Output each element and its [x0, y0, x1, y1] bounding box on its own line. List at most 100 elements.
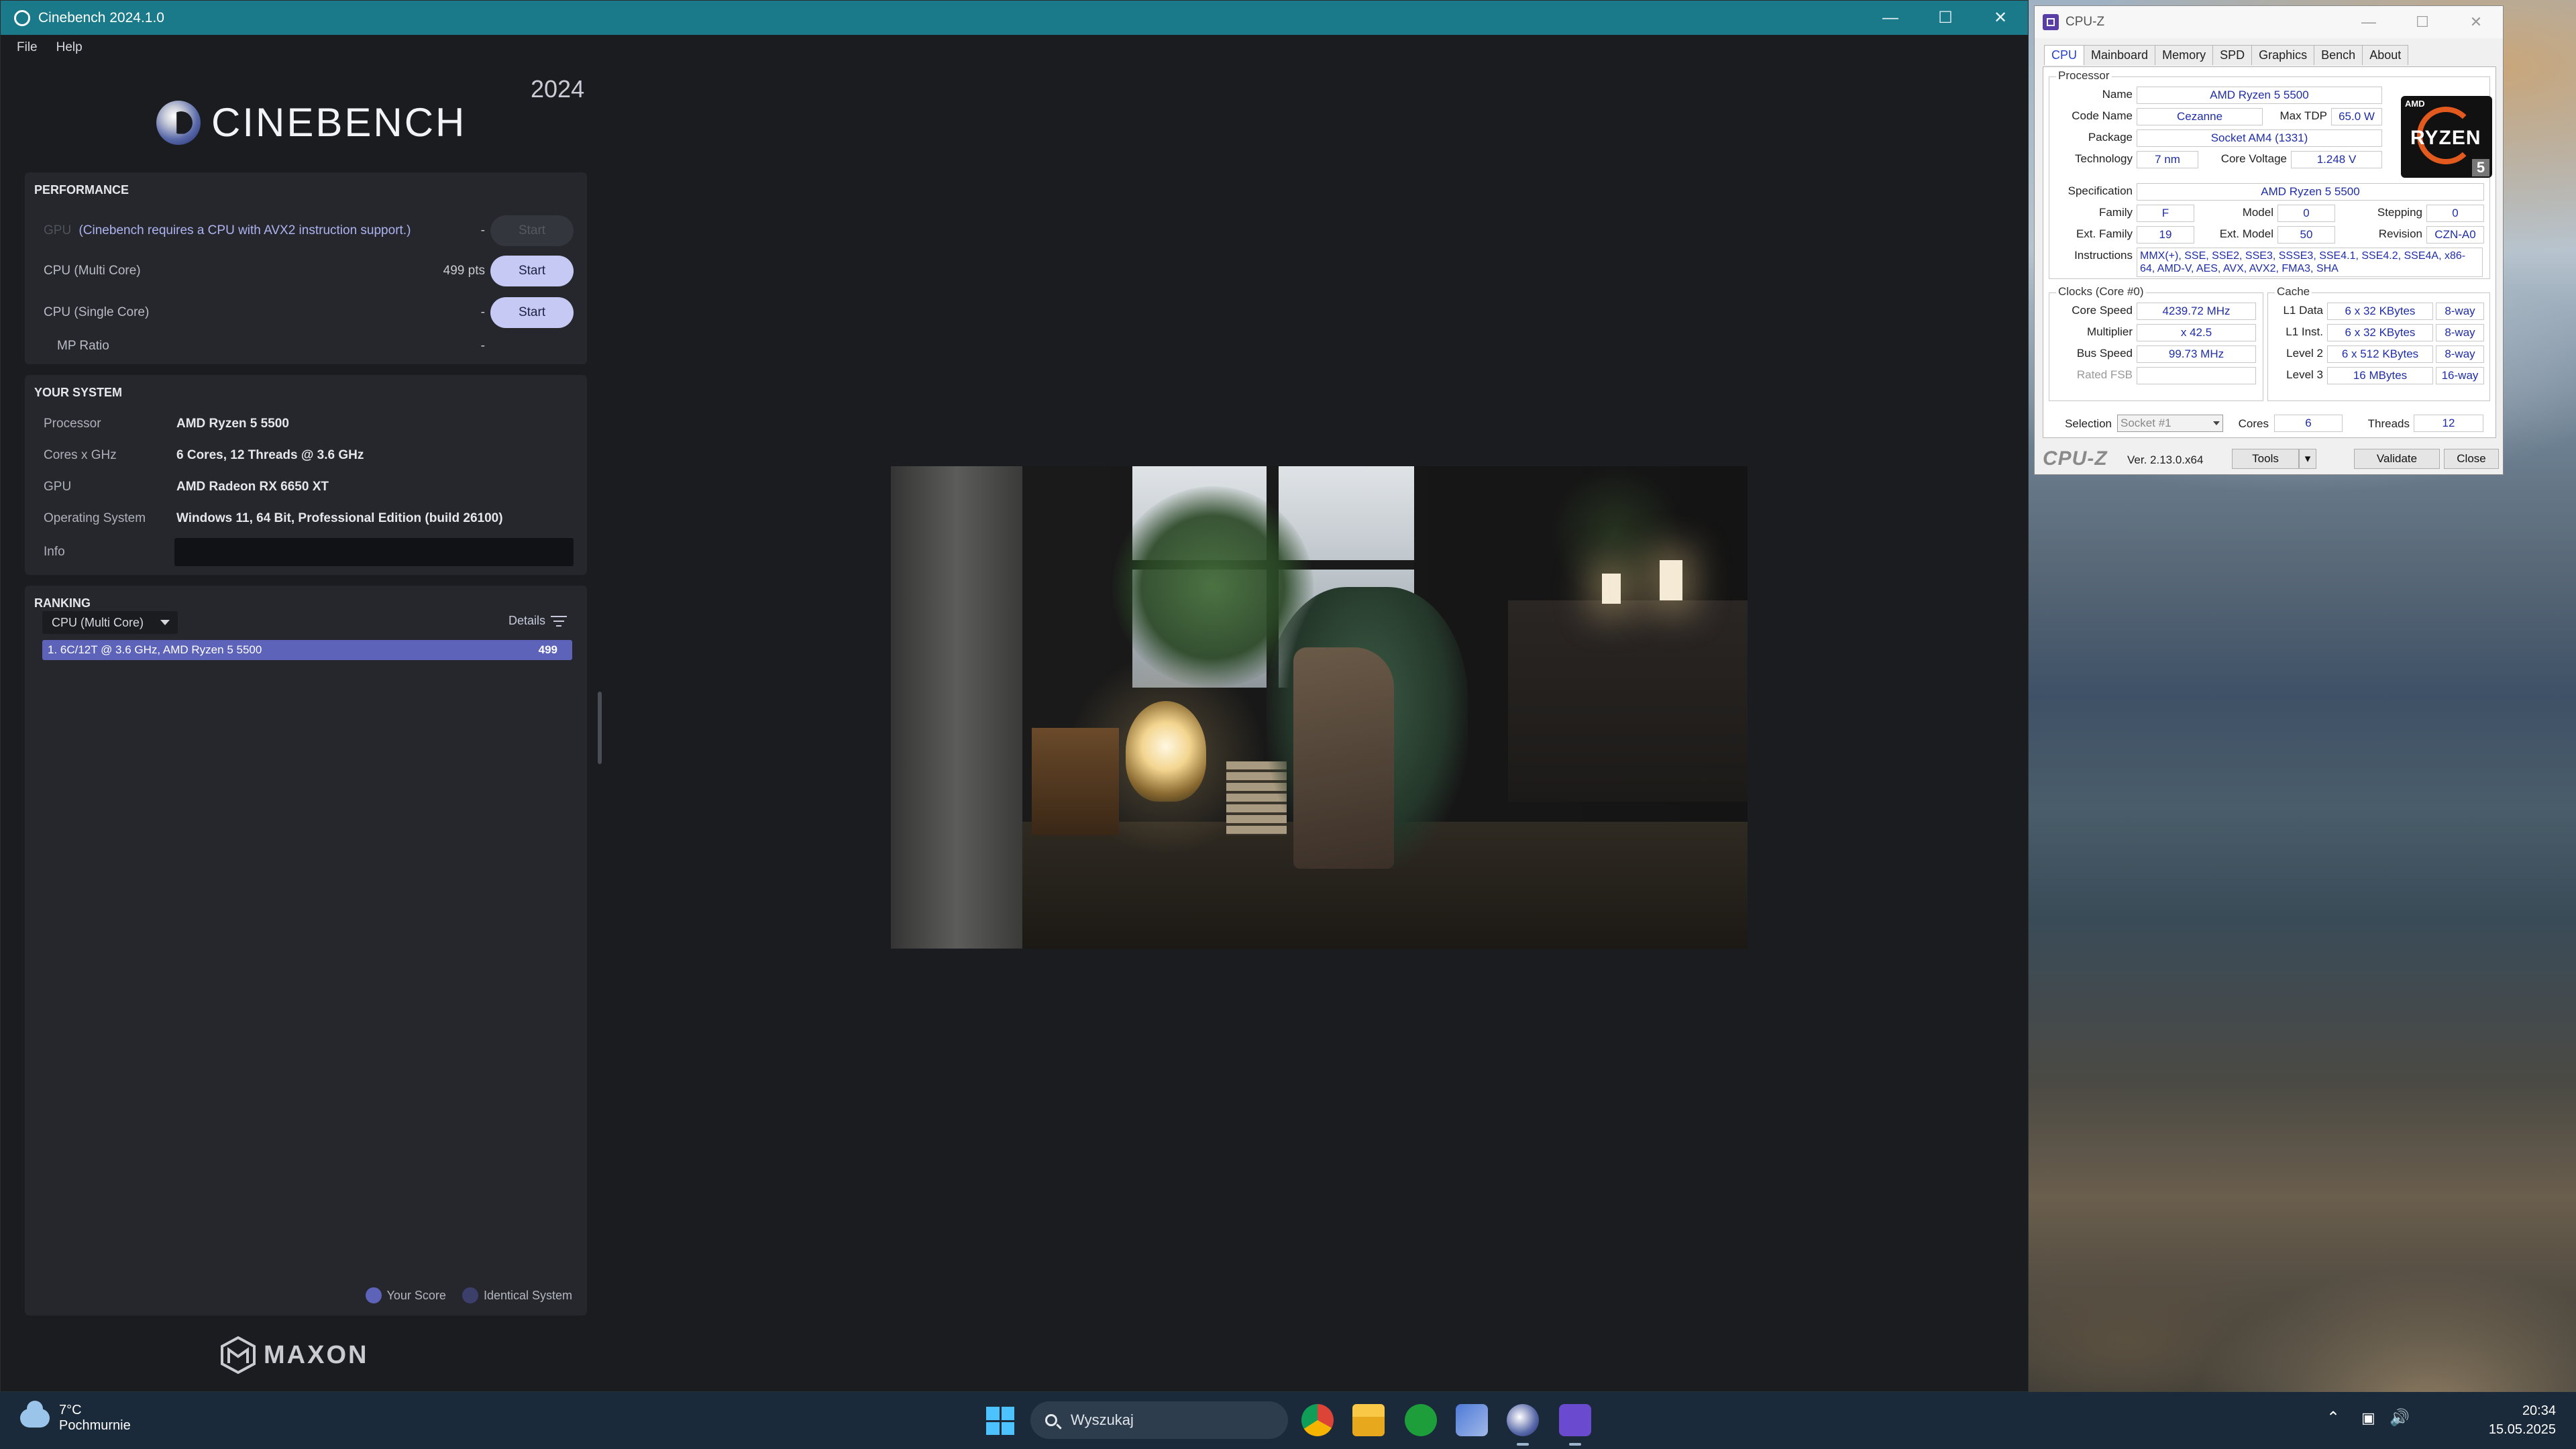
version-year: 2024: [531, 75, 585, 103]
cpuz-minimize-button[interactable]: —: [2342, 6, 2396, 38]
start-button[interactable]: [986, 1407, 1014, 1435]
cpuz-title: CPU-Z: [2065, 15, 2105, 29]
tools-button[interactable]: Tools: [2232, 449, 2299, 469]
search-placeholder: Wyszukaj: [1071, 1411, 1134, 1428]
package-value: Socket AM4 (1331): [2137, 129, 2382, 147]
level2-value: 6 x 512 KBytes: [2327, 345, 2433, 363]
system-panel: YOUR SYSTEM Processor AMD Ryzen 5 5500 C…: [25, 375, 587, 575]
perf-row-single: CPU (Single Core) - Start: [44, 296, 574, 329]
cinebench-taskbar-icon[interactable]: [1507, 1404, 1539, 1436]
file-explorer-icon[interactable]: [1352, 1404, 1385, 1436]
perf-row-gpu: GPU (Cinebench requires a CPU with AVX2 …: [44, 214, 574, 248]
info-field[interactable]: [174, 538, 574, 566]
weather-widget[interactable]: 7°C Pochmurnie: [20, 1401, 131, 1434]
maximize-button[interactable]: ☐: [1918, 1, 1973, 35]
mp-ratio-value: -: [480, 339, 485, 353]
cpu-name-value: AMD Ryzen 5 5500: [2137, 87, 2382, 104]
tab-cpu[interactable]: CPU: [2044, 45, 2085, 65]
multiplier-value: x 42.5: [2137, 324, 2256, 341]
l1-data-value: 6 x 32 KBytes: [2327, 303, 2433, 320]
cpuz-maximize-button[interactable]: ☐: [2396, 6, 2449, 38]
revision-value: CZN-A0: [2426, 226, 2484, 244]
menu-file[interactable]: File: [17, 40, 38, 55]
ranking-type-dropdown[interactable]: CPU (Multi Core): [42, 611, 178, 634]
chevron-down-icon: [2213, 421, 2220, 425]
close-button[interactable]: Close: [2444, 449, 2499, 469]
identical-system-dot-icon: [462, 1287, 478, 1303]
network-icon[interactable]: ▣: [2361, 1409, 2375, 1427]
chrome-icon[interactable]: [1301, 1404, 1334, 1436]
speaker-icon[interactable]: 🔊: [2390, 1408, 2410, 1428]
taskbar-search[interactable]: Wyszukaj: [1030, 1401, 1288, 1439]
cinebench-window: Cinebench 2024.1.0 — ☐ ✕ File Help CINEB…: [0, 0, 2029, 1392]
menu-help[interactable]: Help: [56, 40, 83, 55]
cpuz-footer: CPU-Z Ver. 2.13.0.x64 Tools ▾ Validate C…: [2035, 442, 2503, 473]
model-value: 0: [2277, 205, 2335, 222]
ranking-panel: RANKING CPU (Multi Core) Details 1. 6C/1…: [25, 586, 587, 1316]
cinebench-app-icon: [14, 9, 30, 26]
level3-value: 16 MBytes: [2327, 367, 2433, 384]
validate-button[interactable]: Validate: [2354, 449, 2440, 469]
family-value: F: [2137, 205, 2194, 222]
tab-spd[interactable]: SPD: [2212, 45, 2253, 65]
ext-family-value: 19: [2137, 226, 2194, 244]
core-speed-value: 4239.72 MHz: [2137, 303, 2256, 320]
gpu-label: GPU: [44, 223, 72, 237]
tab-about[interactable]: About: [2362, 45, 2409, 65]
multi-core-start-button[interactable]: Start: [490, 256, 574, 286]
cpuz-tabs: CPU Mainboard Memory SPD Graphics Bench …: [2044, 45, 2409, 65]
cpuz-taskbar-icon[interactable]: [1559, 1404, 1591, 1436]
details-button[interactable]: Details: [508, 614, 567, 628]
render-preview-image: [891, 466, 1748, 949]
cinebench-sphere-icon: [156, 100, 201, 145]
socket-selection-dropdown[interactable]: Socket #1: [2117, 415, 2223, 432]
tab-mainboard[interactable]: Mainboard: [2084, 45, 2156, 65]
chevron-up-icon[interactable]: ⌃: [2326, 1408, 2340, 1428]
instructions-value: MMX(+), SSE, SSE2, SSE3, SSSE3, SSE4.1, …: [2137, 248, 2483, 277]
processor-group: Processor Name AMD Ryzen 5 5500 Code Nam…: [2049, 69, 2492, 279]
tab-graphics[interactable]: Graphics: [2251, 45, 2315, 65]
logo-text: CINEBENCH: [211, 100, 467, 145]
level2-ways: 8-way: [2436, 345, 2484, 363]
cinebench-titlebar[interactable]: Cinebench 2024.1.0 — ☐ ✕: [1, 1, 2028, 35]
cpuz-close-icon[interactable]: ✕: [2449, 6, 2503, 38]
filter-icon: [551, 615, 567, 627]
cpuz-titlebar[interactable]: CPU-Z — ☐ ✕: [2035, 6, 2503, 38]
tab-bench[interactable]: Bench: [2314, 45, 2363, 65]
maxon-logo: MAXON: [221, 1336, 368, 1374]
panel-resize-handle[interactable]: [598, 692, 602, 764]
single-core-start-button[interactable]: Start: [490, 297, 574, 328]
ranking-entry[interactable]: 1. 6C/12T @ 3.6 GHz, AMD Ryzen 5 5500 49…: [42, 640, 572, 660]
weather-temperature: 7°C: [59, 1403, 82, 1417]
xbox-icon[interactable]: [1405, 1404, 1437, 1436]
tab-memory[interactable]: Memory: [2155, 45, 2214, 65]
ranking-legend: Your Score Identical System: [350, 1287, 572, 1303]
close-button[interactable]: ✕: [1973, 1, 2028, 35]
cinebench-logo: CINEBENCH: [156, 99, 466, 146]
code-name-value: Cezanne: [2137, 108, 2263, 125]
windows-logo-icon: [986, 1407, 1000, 1420]
maxon-m-icon: [221, 1336, 256, 1374]
cpuz-version: Ver. 2.13.0.x64: [2127, 453, 2204, 466]
taskbar: 7°C Pochmurnie Wyszukaj ⌃ ▣ 🔊 20:34 15.0…: [0, 1392, 2576, 1449]
l1-inst-value: 6 x 32 KBytes: [2327, 324, 2433, 341]
network-app-icon[interactable]: [1456, 1404, 1488, 1436]
cores-value: 6: [2274, 415, 2343, 432]
mp-ratio-label: MP Ratio: [57, 339, 109, 353]
cpuz-brand: CPU-Z: [2043, 447, 2108, 470]
left-panel: CINEBENCH 2024 PERFORMANCE GPU (Cinebenc…: [7, 60, 598, 1389]
performance-title: PERFORMANCE: [34, 183, 129, 197]
core-voltage-value: 1.248 V: [2291, 151, 2382, 168]
taskbar-clock[interactable]: 20:34 15.05.2025: [2489, 1401, 2556, 1439]
max-tdp-value: 65.0 W: [2331, 108, 2382, 125]
single-core-label: CPU (Single Core): [44, 305, 150, 319]
cloud-icon: [20, 1401, 50, 1428]
performance-panel: PERFORMANCE GPU (Cinebench requires a CP…: [25, 172, 587, 364]
l1-inst-ways: 8-way: [2436, 324, 2484, 341]
cpuz-window: CPU-Z — ☐ ✕ CPU Mainboard Memory SPD Gra…: [2034, 5, 2504, 475]
ryzen-5-logo: AMD RYZEN 5: [2401, 96, 2492, 178]
minimize-button[interactable]: —: [1863, 1, 1918, 35]
bus-speed-value: 99.73 MHz: [2137, 345, 2256, 363]
tools-dropdown-button[interactable]: ▾: [2299, 449, 2316, 469]
gpu-start-button: Start: [490, 215, 574, 246]
